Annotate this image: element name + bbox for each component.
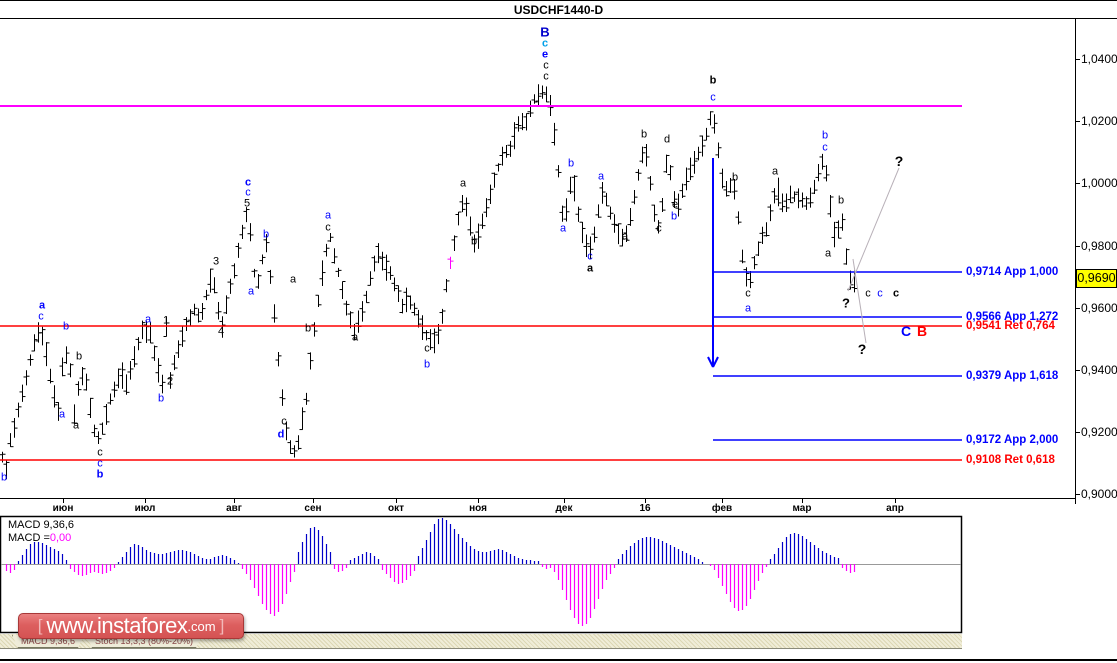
- fib-level-label: 0,9379 App 1,618: [966, 370, 1059, 382]
- wave-annotation: b: [157, 392, 165, 405]
- price-axis-label: 0,9800: [1081, 239, 1117, 253]
- wave-annotation: a: [289, 273, 297, 286]
- wave-annotation: c: [587, 250, 593, 263]
- wave-annotation: b: [640, 128, 648, 141]
- wave-annotation: c: [424, 342, 430, 355]
- wave-annotation: 5: [243, 197, 251, 210]
- wave-annotation: b: [96, 468, 104, 481]
- price-axis-label: 1,0400: [1081, 52, 1117, 66]
- price-axis-label: 0,9200: [1081, 425, 1117, 439]
- time-axis-label: июн: [52, 503, 74, 514]
- macd-value-prefix: MACD =: [8, 532, 50, 544]
- wave-annotation: b: [75, 350, 83, 363]
- time-axis-label: ноя: [469, 503, 487, 514]
- wave-annotation: b: [731, 171, 739, 184]
- wave-annotation: c: [745, 287, 751, 300]
- wave-annotation: d: [277, 428, 285, 441]
- wave-annotation: d: [663, 133, 671, 146]
- time-axis-label: окт: [387, 503, 405, 514]
- wave-annotation: c: [543, 70, 549, 83]
- fib-level-label: 0,9172 App 2,000: [966, 434, 1059, 446]
- wave-annotation: b: [0, 471, 8, 484]
- time-axis-label: авг: [226, 503, 242, 514]
- question-mark-annotation: ?: [842, 295, 850, 311]
- wave-annotation: c: [877, 287, 883, 300]
- wave-annotation: a: [744, 302, 752, 315]
- window-bottom-divider: [0, 659, 1117, 661]
- wave-annotation: a: [324, 209, 332, 222]
- wave-annotation: b: [62, 320, 70, 333]
- instaforex-banner[interactable]: [ www.instaforex .com ]: [18, 613, 244, 639]
- wave-annotation: b: [567, 157, 575, 170]
- time-axis-label: сен: [304, 503, 322, 514]
- wave-annotation: b: [837, 194, 845, 207]
- banner-bracket-left: [: [37, 616, 43, 635]
- time-axis-label: мар: [792, 503, 812, 514]
- wave-annotation: c: [656, 222, 662, 235]
- wave-annotation: c: [325, 221, 331, 234]
- wave-annotation: a: [459, 177, 467, 190]
- wave-annotation: c: [281, 415, 287, 428]
- time-axis-label: 16: [639, 503, 651, 514]
- wave-annotation: a: [58, 408, 66, 421]
- fib-level-label: 0,9541 Ret 0,764: [966, 320, 1055, 332]
- question-mark-annotation: ?: [894, 153, 904, 169]
- wave-annotation: a: [771, 165, 779, 178]
- wave-annotation: c: [865, 287, 871, 300]
- wave-annotation: b: [709, 74, 717, 87]
- wave-annotation: a: [586, 262, 594, 275]
- time-axis-label: фев: [711, 503, 733, 514]
- wave-annotation: b: [670, 210, 678, 223]
- wave-annotation: a: [144, 313, 152, 326]
- price-axis-label: 0,9600: [1081, 301, 1117, 315]
- wave-annotation: a: [351, 331, 359, 344]
- wave-annotation: c: [710, 91, 716, 104]
- wave-annotation: c: [38, 310, 44, 323]
- banner-site-name: www.instaforex: [46, 613, 188, 638]
- current-price-tag: 0,9690: [1076, 269, 1117, 288]
- price-chart-plot[interactable]: [0, 1, 1117, 663]
- wave-annotation: C: [900, 323, 912, 339]
- question-mark-annotation: ?: [857, 341, 867, 357]
- wave-annotation: a: [621, 230, 629, 243]
- price-axis-label: 0,9000: [1081, 487, 1117, 501]
- wave-annotation: B: [916, 323, 928, 339]
- wave-annotation: e: [671, 198, 679, 211]
- wave-annotation: 2: [166, 375, 174, 388]
- wave-annotation: b: [423, 358, 431, 371]
- macd-value-row: MACD =0,00: [8, 532, 71, 544]
- wave-annotation: b: [470, 235, 478, 248]
- wave-annotation: a: [559, 222, 567, 235]
- wave-annotation: a: [597, 170, 605, 183]
- wave-annotation: b: [304, 322, 312, 335]
- wave-annotation: 1: [162, 314, 170, 327]
- wave-annotation: 3: [212, 255, 220, 268]
- wave-annotation: b: [821, 129, 829, 142]
- wave-annotation: c: [892, 287, 900, 300]
- price-axis-label: 1,0200: [1081, 114, 1117, 128]
- time-axis-label: июл: [134, 503, 156, 514]
- price-axis-label: 0,9400: [1081, 363, 1117, 377]
- wave-annotation: b: [262, 228, 270, 241]
- macd-indicator-title: MACD 9,36,6: [8, 519, 75, 531]
- trading-terminal-window: USDCHF1440-D acbaabccbba12b34cc5baacdbac…: [0, 0, 1117, 663]
- macd-value: 0,00: [49, 532, 72, 544]
- wave-annotation: a: [247, 285, 255, 298]
- fib-level-label: 0,9108 Ret 0,618: [966, 454, 1055, 466]
- wave-annotation: 4: [217, 325, 225, 338]
- price-axis-label: 1,0000: [1081, 176, 1117, 190]
- banner-bracket-right: ]: [219, 616, 225, 635]
- wave-annotation: a: [824, 247, 832, 260]
- fib-level-label: 0,9714 App 1,000: [966, 266, 1059, 278]
- wave-annotation: c: [822, 141, 828, 154]
- wave-annotation: a: [72, 419, 80, 432]
- banner-site-tld: .com: [187, 618, 216, 634]
- time-axis-label: дек: [555, 503, 573, 514]
- time-axis-label: апр: [886, 503, 904, 514]
